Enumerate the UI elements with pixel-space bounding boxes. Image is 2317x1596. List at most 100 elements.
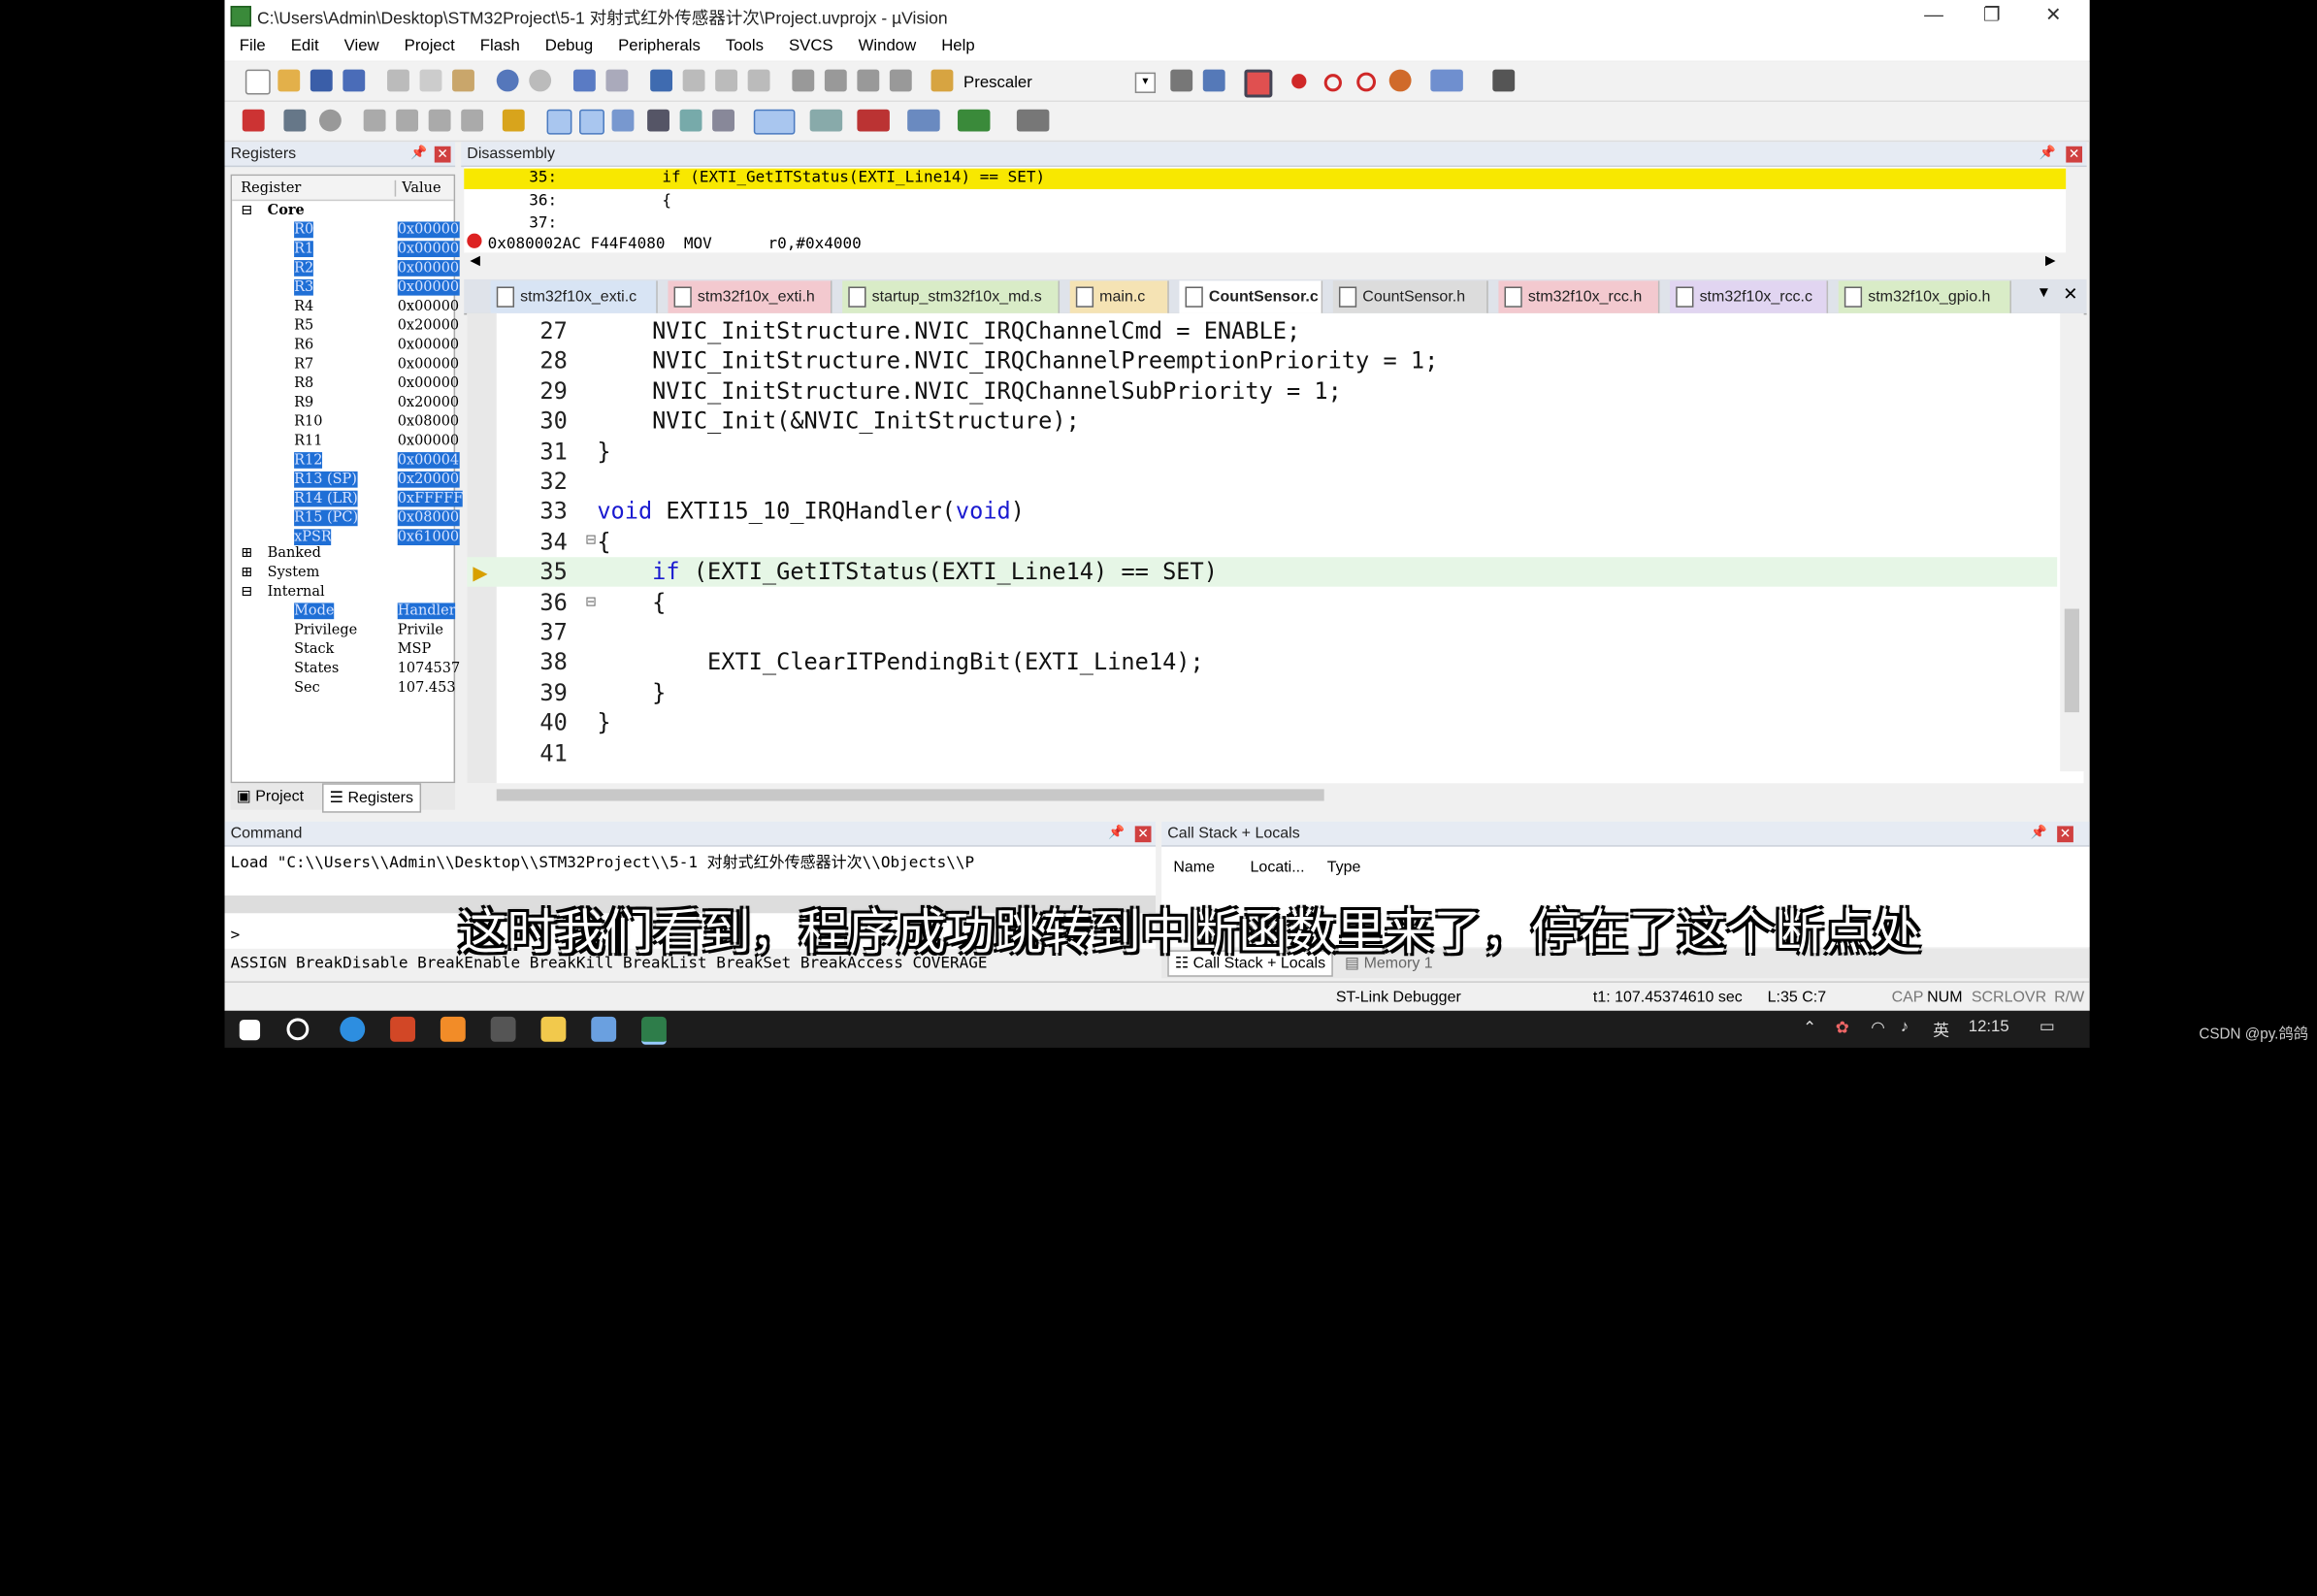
register-row[interactable]: R12 0x00004 [232, 452, 460, 472]
tray-app-icon[interactable]: ✿ [1836, 1018, 1849, 1037]
debug-session-icon[interactable] [1244, 69, 1273, 98]
register-row[interactable]: R5 0x20000 [232, 317, 459, 337]
cut-icon[interactable] [387, 69, 409, 92]
register-value[interactable]: 0x20000 [397, 471, 460, 488]
code-line[interactable]: NVIC_InitStructure.NVIC_IRQChannelCmd = … [597, 317, 1300, 343]
expander-icon[interactable]: ⊟ [241, 584, 252, 601]
new-file-icon[interactable] [245, 69, 271, 95]
code-line[interactable]: } [597, 439, 610, 465]
register-value[interactable]: 0x00000 [398, 356, 459, 373]
bookmark-icon[interactable] [650, 69, 673, 92]
show-next-statement-icon[interactable] [502, 109, 525, 132]
command-window-icon[interactable] [546, 109, 572, 135]
register-row[interactable]: R9 0x20000 [232, 395, 459, 414]
code-line[interactable]: } [597, 709, 610, 735]
close-icon[interactable]: ✕ [2057, 826, 2073, 843]
volume-icon[interactable]: ♪ [1901, 1018, 1909, 1035]
undo-icon[interactable] [496, 69, 519, 92]
enable-breakpoint-icon[interactable] [1323, 74, 1342, 92]
tree-item-core[interactable]: ⊟ Core [232, 203, 453, 222]
find-in-files-icon[interactable] [930, 69, 954, 92]
internal-row[interactable]: Privilege Privile [232, 622, 453, 641]
pin-icon[interactable]: 📌 [410, 145, 427, 161]
search-icon[interactable] [286, 1018, 310, 1041]
nav-back-icon[interactable] [572, 69, 596, 92]
register-value[interactable]: 0x00000 [398, 375, 459, 392]
maximize-button[interactable]: ❐ [1983, 3, 2001, 26]
menu-peripherals[interactable]: Peripherals [618, 37, 701, 54]
save-icon[interactable] [310, 69, 333, 92]
watch-window-icon[interactable] [712, 109, 734, 132]
register-value[interactable]: 0xFFFFF [397, 490, 464, 507]
register-row[interactable]: R2 0x00000 [232, 260, 460, 279]
redo-icon[interactable] [529, 69, 552, 92]
disable-breakpoints-icon[interactable] [1356, 72, 1377, 92]
code-line[interactable]: NVIC_Init(&NVIC_InitStructure); [597, 408, 1080, 435]
tab-stm32f10x-rcc-h[interactable]: stm32f10x_rcc.h [1498, 280, 1660, 313]
register-value[interactable]: 0x00000 [397, 241, 460, 258]
save-all-icon[interactable] [343, 69, 366, 92]
serial-window-icon[interactable] [809, 109, 843, 132]
call-stack-icon[interactable] [679, 109, 702, 132]
register-value[interactable]: 0x20000 [398, 395, 459, 411]
menu-view[interactable]: View [344, 37, 379, 54]
step-out-icon[interactable] [428, 109, 451, 132]
register-row[interactable]: R0 0x00000 [232, 221, 460, 241]
paste-icon[interactable] [452, 69, 474, 92]
close-icon[interactable]: ✕ [1134, 826, 1152, 843]
pin-icon[interactable]: 📌 [1108, 825, 1125, 841]
tree-item-banked[interactable]: ⊞ Banked [232, 545, 453, 565]
find-icon[interactable] [1170, 69, 1193, 92]
open-folder-icon[interactable] [277, 69, 301, 92]
expander-icon[interactable]: ⊞ [241, 565, 252, 581]
code-editor[interactable]: 27 NVIC_InitStructure.NVIC_IRQChannelCmd… [467, 312, 2084, 784]
register-value[interactable]: 0x00000 [397, 260, 460, 277]
expander-icon[interactable]: ⊟ [241, 203, 252, 219]
pin-icon[interactable]: 📌 [2031, 825, 2047, 841]
register-row[interactable]: R4 0x00000 [232, 299, 459, 318]
scroll-right-icon[interactable]: ▶ [2045, 252, 2056, 269]
run-to-cursor-icon[interactable] [461, 109, 484, 132]
register-value[interactable]: 0x00000 [397, 278, 460, 296]
menu-tools[interactable]: Tools [726, 37, 764, 54]
tab-countsensor-c[interactable]: CountSensor.c [1179, 280, 1323, 313]
edge-browser-icon[interactable] [340, 1016, 366, 1042]
code-line[interactable]: void EXTI15_10_IRQHandler(void) [597, 499, 1025, 525]
copy-icon[interactable] [419, 69, 442, 92]
prev-bookmark-icon[interactable] [682, 69, 705, 92]
tab-stm32f10x-exti-c[interactable]: stm32f10x_exti.c [490, 280, 658, 313]
next-bookmark-icon[interactable] [715, 69, 738, 92]
tree-item-internal[interactable]: ⊟ Internal [232, 584, 453, 603]
register-value[interactable]: 0x08000 [397, 509, 460, 527]
register-value[interactable]: 0x00000 [398, 337, 459, 353]
step-in-icon[interactable] [363, 109, 386, 132]
fold-icon[interactable]: ⊟ [585, 532, 596, 548]
tab-registers[interactable]: ☰ Registers [322, 783, 421, 813]
clock[interactable]: 12:15 [1969, 1018, 2009, 1035]
photos-icon[interactable] [591, 1016, 617, 1042]
internal-row[interactable]: States 1074537 [232, 661, 460, 680]
tab-countsensor-h[interactable]: CountSensor.h [1332, 280, 1488, 313]
register-row[interactable]: R11 0x00000 [232, 433, 459, 452]
run-icon[interactable] [283, 109, 307, 132]
close-icon[interactable]: ✕ [434, 146, 451, 163]
network-icon[interactable]: ◠ [1871, 1018, 1885, 1037]
comment-icon[interactable] [857, 69, 880, 92]
register-value[interactable]: 0x08000 [398, 413, 459, 430]
step-over-icon[interactable] [396, 109, 419, 132]
memory-window-icon[interactable] [753, 109, 796, 135]
powerpoint-icon[interactable] [390, 1016, 415, 1042]
minimize-button[interactable]: — [1924, 3, 1943, 25]
code-line[interactable]: { [597, 589, 666, 615]
menu-help[interactable]: Help [941, 37, 974, 54]
internal-row[interactable]: Sec 107.453 [232, 680, 455, 700]
expander-icon[interactable]: ⊞ [241, 545, 252, 562]
scroll-thumb[interactable] [2064, 608, 2080, 713]
tab-main-c[interactable]: main.c [1069, 280, 1169, 313]
menu-debug[interactable]: Debug [545, 37, 593, 54]
tab-startup-s[interactable]: startup_stm32f10x_md.s [842, 280, 1061, 313]
scroll-left-icon[interactable]: ◀ [470, 252, 480, 269]
nav-forward-icon[interactable] [605, 69, 629, 92]
app-icon[interactable] [440, 1016, 466, 1042]
code-line[interactable]: { [597, 529, 610, 555]
